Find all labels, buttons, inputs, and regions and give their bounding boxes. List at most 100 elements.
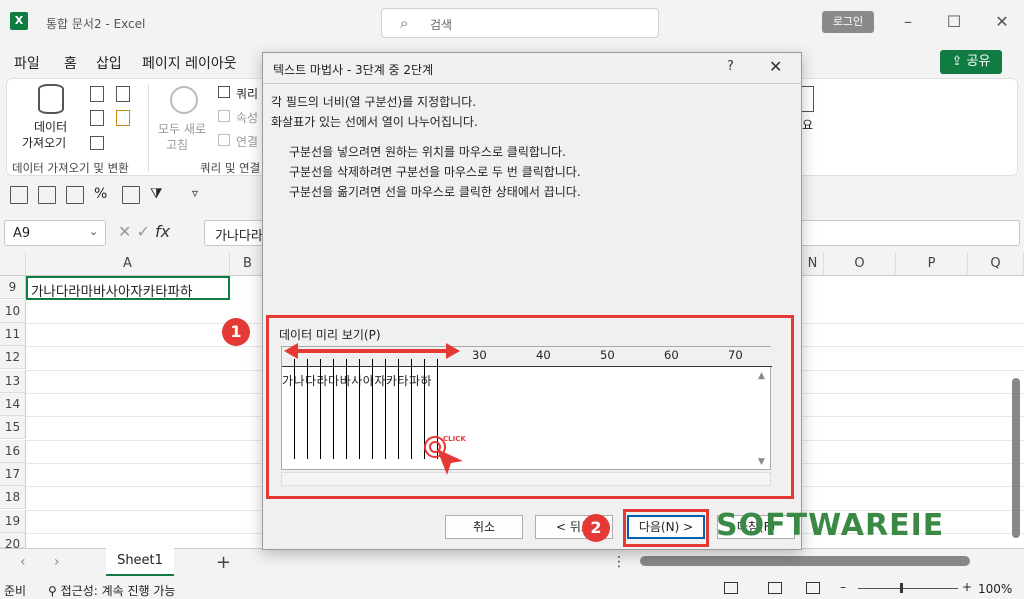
percent-style-icon[interactable]: %: [94, 186, 107, 202]
row-header[interactable]: 10: [0, 300, 26, 324]
get-data-label-2[interactable]: 가져오기: [22, 134, 66, 151]
accessibility-status[interactable]: ⚲ 접근성: 계속 진행 가능: [48, 582, 175, 599]
page-break-view-icon[interactable]: [806, 582, 820, 594]
column-break-line[interactable]: [333, 359, 334, 459]
select-all-corner[interactable]: [0, 252, 26, 276]
properties-label[interactable]: 속성: [236, 109, 258, 126]
queries-label[interactable]: 쿼리: [236, 85, 258, 102]
preview-area[interactable]: 30 40 50 60 70 가나다라마바사아자카타파하 ▲ ▼: [281, 343, 772, 470]
menu-insert[interactable]: 삽입: [96, 53, 122, 73]
column-break-line[interactable]: [294, 359, 295, 459]
step-badge-2: 2: [582, 514, 610, 542]
cell-a9[interactable]: 가나다라마바사아자카타파하: [26, 276, 230, 300]
from-text-icon[interactable]: [90, 86, 104, 102]
row-header[interactable]: 12: [0, 346, 26, 370]
column-break-line[interactable]: [398, 359, 399, 459]
scroll-right-icon[interactable]: ›: [54, 554, 60, 570]
zoom-slider-thumb[interactable]: [900, 583, 903, 593]
login-button[interactable]: 로그인: [822, 11, 874, 33]
all-borders-icon[interactable]: [38, 186, 56, 204]
column-break-line[interactable]: [411, 359, 412, 459]
row-header[interactable]: 20: [0, 533, 26, 551]
horizontal-scrollbar[interactable]: [640, 556, 970, 566]
name-box[interactable]: A9 ⌄: [4, 220, 106, 246]
column-break-line[interactable]: [385, 359, 386, 459]
column-header-b[interactable]: B: [230, 252, 266, 276]
insert-function-icon[interactable]: fx: [155, 222, 170, 241]
column-header-o[interactable]: O: [824, 252, 896, 276]
row-header[interactable]: 17: [0, 463, 26, 487]
from-web-icon[interactable]: [90, 110, 104, 126]
sheet-tab-sheet1[interactable]: Sheet1: [106, 548, 174, 576]
preview-hscroll[interactable]: [281, 472, 771, 486]
links-icon: [218, 134, 230, 146]
table-icon[interactable]: [122, 186, 140, 204]
links-label[interactable]: 연결: [236, 133, 258, 150]
properties-icon: [218, 110, 230, 122]
instruction-2: 구분선을 삭제하려면 구분선을 마우스로 두 번 클릭합니다.: [289, 165, 581, 179]
more-options-icon[interactable]: ⋮: [612, 554, 626, 570]
vertical-scrollbar[interactable]: [1012, 378, 1020, 538]
column-header-p[interactable]: P: [896, 252, 968, 276]
from-table-icon[interactable]: [90, 136, 104, 150]
ribbon-divider: [148, 84, 149, 172]
column-break-line[interactable]: [320, 359, 321, 459]
chevron-down-icon[interactable]: ⌄: [89, 225, 98, 238]
ribbon-truncated-label: 요: [802, 118, 814, 132]
column-header-a[interactable]: A: [26, 252, 230, 276]
qat-customize-icon[interactable]: ▿: [192, 186, 198, 200]
cancel-icon[interactable]: ✕: [118, 222, 131, 241]
refresh-all-label-2[interactable]: 고침: [166, 136, 188, 153]
search-input[interactable]: ⌕ 검색: [381, 8, 659, 38]
scroll-left-icon[interactable]: ‹: [20, 554, 26, 570]
menu-page-layout[interactable]: 페이지 레이아웃: [142, 53, 237, 73]
close-window-icon[interactable]: ✕: [990, 10, 1014, 34]
zoom-level[interactable]: 100%: [978, 582, 1012, 596]
cancel-button[interactable]: 취소: [445, 515, 523, 539]
minimize-icon[interactable]: –: [896, 10, 920, 34]
normal-view-icon[interactable]: [724, 582, 738, 594]
row-header[interactable]: 13: [0, 370, 26, 394]
menu-home[interactable]: 홈: [64, 53, 77, 73]
row-header[interactable]: 18: [0, 486, 26, 510]
refresh-all-label[interactable]: 모두 새로: [158, 120, 206, 137]
column-break-line[interactable]: [372, 359, 373, 459]
excel-logo-icon: X: [10, 12, 28, 30]
row-header[interactable]: 9: [0, 276, 26, 300]
ruler-tick: 30: [472, 348, 487, 362]
borders-icon[interactable]: [10, 186, 28, 204]
column-header-q[interactable]: Q: [968, 252, 1024, 276]
ruler-tick: 50: [600, 348, 615, 362]
scroll-up-icon[interactable]: ▲: [758, 371, 765, 381]
row-header[interactable]: 14: [0, 393, 26, 417]
share-button[interactable]: ⇪ 공유: [940, 50, 1002, 74]
ruler-tick: 40: [536, 348, 551, 362]
column-break-line[interactable]: [359, 359, 360, 459]
close-icon[interactable]: ✕: [769, 57, 782, 76]
scroll-down-icon[interactable]: ▼: [758, 457, 765, 467]
enter-icon[interactable]: ✓: [137, 222, 150, 241]
page-layout-view-icon[interactable]: [768, 582, 782, 594]
outline-icon[interactable]: [800, 86, 814, 112]
thick-border-icon[interactable]: [66, 186, 84, 204]
row-header[interactable]: 19: [0, 510, 26, 534]
zoom-slider[interactable]: [858, 588, 958, 589]
recent-sources-icon[interactable]: [116, 86, 130, 102]
help-button[interactable]: ?: [727, 59, 734, 74]
row-header[interactable]: 11: [0, 323, 26, 347]
add-sheet-button[interactable]: +: [216, 552, 231, 573]
row-header[interactable]: 16: [0, 440, 26, 464]
dialog-desc-2: 화살표가 있는 선에서 열이 나누어집니다.: [271, 115, 478, 129]
get-data-label[interactable]: 데이터: [34, 118, 67, 135]
column-header-n[interactable]: N: [802, 252, 824, 276]
column-break-line[interactable]: [307, 359, 308, 459]
existing-connections-icon[interactable]: [116, 110, 130, 126]
filter-icon[interactable]: ⧩: [150, 186, 163, 202]
row-header[interactable]: 15: [0, 416, 26, 440]
zoom-in-icon[interactable]: +: [962, 580, 972, 594]
menu-file[interactable]: 파일: [14, 53, 40, 73]
maximize-icon[interactable]: ☐: [942, 10, 966, 34]
dialog-desc-1: 각 필드의 너비(열 구분선)를 지정합니다.: [271, 95, 477, 109]
zoom-out-icon[interactable]: –: [840, 580, 846, 594]
column-break-line[interactable]: [346, 359, 347, 459]
